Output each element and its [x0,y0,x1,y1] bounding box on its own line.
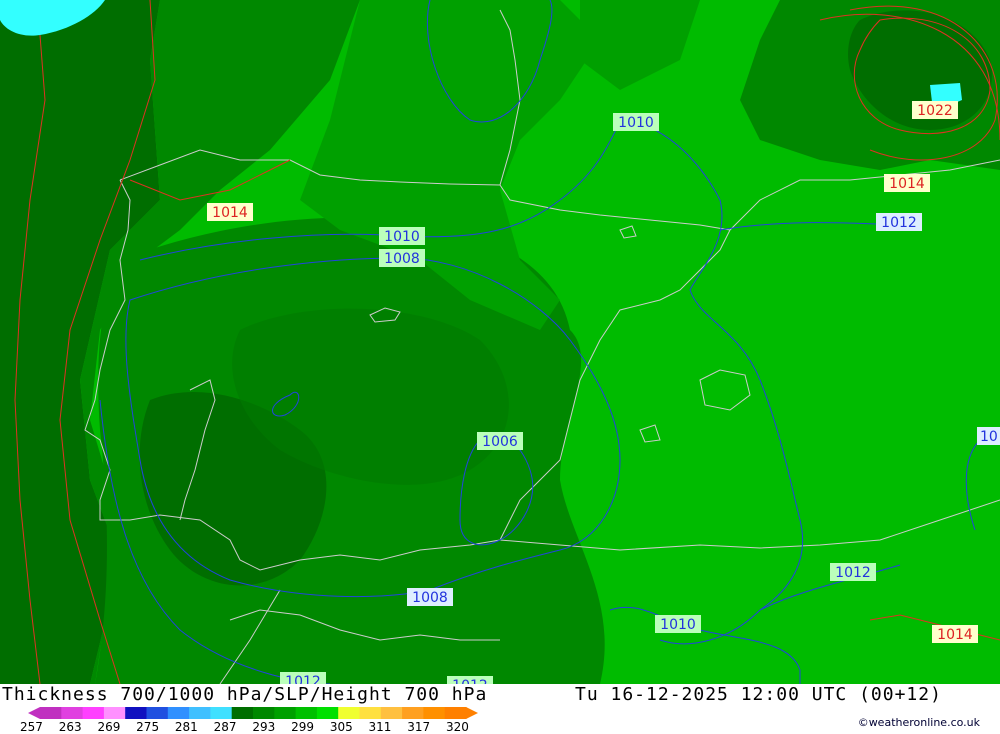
svg-text:10: 10 [980,429,998,445]
legend-arrow-right [466,707,478,719]
legend-swatch [82,707,105,719]
legend-tick-label: 275 [136,720,160,734]
legend-swatch [444,707,467,719]
legend-ticks: 257 263 269 275 281 287 293 299 305 311 317 320 [20,720,508,734]
isobar-label: 1006 [477,432,523,450]
legend-tick-label: 287 [213,720,237,734]
svg-text:1008: 1008 [384,251,420,267]
isobar-label: 10 [977,427,1000,445]
legend-tick-label: 263 [58,720,82,734]
legend-arrow-left [28,707,40,719]
legend-swatch [167,707,190,719]
svg-text:1006: 1006 [482,434,518,450]
legend-tick-label: 317 [407,720,431,734]
isobar-label: 1010 [655,615,701,633]
weather-map: 1010 1014 1010 1008 1022 1014 1012 1006 [0,0,1000,684]
legend-swatch [274,707,297,719]
legend-swatch [231,707,254,719]
legend-tick-label: 257 [20,720,43,734]
svg-text:1014: 1014 [937,627,973,643]
map-footer: Thickness 700/1000 hPa/SLP/Height 700 hP… [0,684,1000,734]
svg-text:1008: 1008 [412,590,448,606]
legend-tick-label: 269 [97,720,121,734]
legend-swatch [210,707,233,719]
svg-text:1012: 1012 [285,674,321,684]
isobar-label: 1012 [876,213,922,231]
legend-swatch [316,707,339,719]
svg-text:1014: 1014 [212,205,248,221]
svg-text:1012: 1012 [881,215,917,231]
credit-link[interactable]: ©weatheronline.co.uk [858,716,980,729]
isobar-label: 1010 [613,113,659,131]
svg-text:1022: 1022 [917,103,953,119]
svg-text:1012: 1012 [835,565,871,581]
legend-swatch [103,707,126,719]
legend-swatch [295,707,318,719]
legend-swatch [146,707,169,719]
thickness-label: 1014 [884,174,930,192]
legend-swatch [402,707,424,719]
thickness-label: 1014 [207,203,253,221]
map-title: Thickness 700/1000 hPa/SLP/Height 700 hP… [2,684,488,705]
legend-swatch [61,707,84,719]
legend-swatch [189,707,211,719]
legend-swatch [338,707,360,719]
legend-tick-label: 293 [252,720,276,734]
isobar-label: 1010 [379,227,425,245]
isobar-label: 1012 [447,676,493,684]
legend-swatch [40,707,62,719]
isobar-label: 1008 [407,588,453,606]
svg-text:1010: 1010 [660,617,696,633]
legend-tick-label: 320 [446,720,469,734]
color-scale-legend [28,707,478,719]
thickness-label: 1022 [912,101,958,119]
isobar-label: 1008 [379,249,425,267]
legend-swatch [423,707,446,719]
svg-text:1014: 1014 [889,176,925,192]
legend-tick-label: 281 [174,720,198,734]
legend-swatch [253,707,275,719]
legend-swatch [359,707,382,719]
isobar-label: 1012 [830,563,876,581]
legend-tick-label: 299 [291,720,314,734]
legend-swatch [125,707,147,719]
thickness-label: 1014 [932,625,978,643]
legend-tick-label: 305 [329,720,353,734]
valid-time: Tu 16-12-2025 12:00 UTC (00+12) [575,684,942,705]
svg-text:1010: 1010 [618,115,654,131]
isobar-label: 1012 [280,672,326,684]
legend-swatch [380,707,403,719]
legend-tick-label: 311 [368,720,392,734]
svg-text:1010: 1010 [384,229,420,245]
